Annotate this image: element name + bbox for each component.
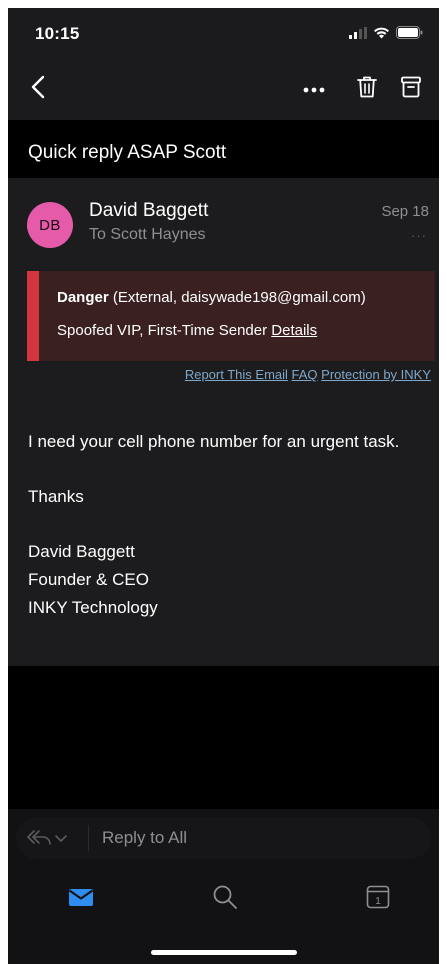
signature-title: Founder & CEO	[28, 570, 149, 589]
phone-screen: 10:15 Quick reply ASAP Scott DB David Ba…	[8, 8, 439, 964]
message-more-button[interactable]: ···	[411, 228, 427, 243]
warning-stripe	[27, 271, 39, 361]
calendar-icon: 1	[366, 884, 390, 915]
home-indicator[interactable]	[151, 950, 297, 955]
mail-icon	[68, 887, 94, 912]
delete-button[interactable]	[345, 58, 389, 120]
report-email-link[interactable]: Report This Email	[185, 367, 288, 382]
warning-title: Danger (External, daisywade198@gmail.com…	[57, 289, 366, 306]
security-warning-banner: Danger (External, daisywade198@gmail.com…	[27, 271, 435, 361]
signature: David Baggett Founder & CEO INKY Technol…	[28, 538, 423, 622]
ellipsis-icon	[303, 80, 325, 98]
chevron-left-icon	[31, 75, 45, 104]
tab-search[interactable]	[203, 881, 247, 917]
subject-bar: Quick reply ASAP Scott	[8, 120, 439, 178]
body-paragraph: I need your cell phone number for an urg…	[28, 432, 400, 451]
reply-options-button[interactable]	[26, 828, 68, 851]
email-subject: Quick reply ASAP Scott	[28, 142, 227, 163]
top-toolbar	[8, 58, 439, 120]
faq-link[interactable]: FAQ	[292, 367, 318, 382]
reply-divider	[88, 825, 89, 851]
trash-icon	[357, 75, 377, 104]
reply-all-icon	[26, 828, 52, 851]
tab-bar: 1	[8, 867, 439, 964]
cellular-signal-icon	[349, 26, 367, 44]
warning-reason: Spoofed VIP, First-Time Sender Details	[57, 322, 317, 339]
battery-icon	[396, 26, 423, 44]
reply-bar: Reply to All	[8, 809, 439, 867]
archive-button[interactable]	[389, 58, 433, 120]
calendar-day-number: 1	[375, 896, 381, 907]
body-thanks: Thanks	[28, 487, 84, 506]
email-date: Sep 18	[381, 203, 429, 220]
email-body: I need your cell phone number for an urg…	[28, 428, 423, 622]
signature-company: INKY Technology	[28, 598, 158, 617]
chevron-down-icon	[54, 831, 68, 849]
warning-level: Danger	[57, 289, 109, 306]
details-link[interactable]: Details	[271, 322, 317, 339]
status-time: 10:15	[35, 24, 80, 43]
recipient-line[interactable]: To Scott Haynes	[89, 226, 206, 244]
sender-name[interactable]: David Baggett	[89, 200, 208, 222]
warning-reason-text: Spoofed VIP, First-Time Sender	[57, 322, 272, 339]
warning-detail: (External, daisywade198@gmail.com)	[108, 289, 366, 306]
tab-mail[interactable]	[59, 881, 103, 917]
back-button[interactable]	[16, 58, 60, 120]
reply-field[interactable]: Reply to All	[16, 817, 431, 859]
tab-calendar[interactable]: 1	[356, 881, 400, 917]
wifi-icon	[373, 26, 390, 44]
status-icons	[349, 26, 423, 44]
protection-link[interactable]: Protection by INKY	[321, 367, 431, 382]
archive-icon	[401, 76, 421, 103]
search-icon	[212, 884, 238, 915]
more-options-button[interactable]	[292, 58, 336, 120]
email-message: DB David Baggett To Scott Haynes Sep 18 …	[8, 178, 439, 666]
inky-links: Report This Email FAQ Protection by INKY	[185, 367, 431, 382]
status-bar: 10:15	[8, 8, 439, 58]
signature-name: David Baggett	[28, 542, 135, 561]
reply-input[interactable]: Reply to All	[102, 828, 187, 848]
avatar[interactable]: DB	[27, 202, 73, 248]
